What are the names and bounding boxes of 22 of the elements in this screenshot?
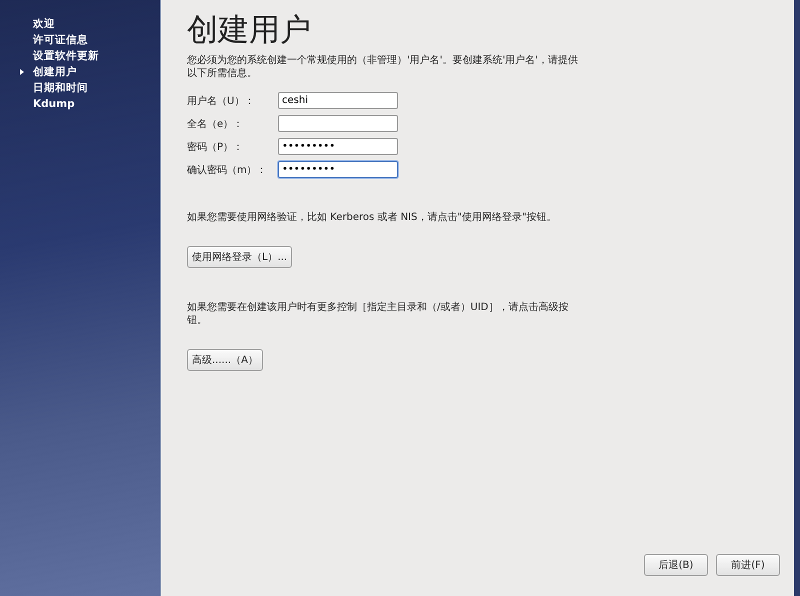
field-label: 密码（P）： (187, 140, 244, 154)
field-label: 确认密码（m）： (187, 164, 268, 176)
field-label: 用户名（U）： (187, 94, 256, 108)
intro-text: 您必须为您的系统创建一个常规使用的（非管理）'用户名'。要创建系统'用户名'，请提供以下所需信息。 (187, 54, 579, 80)
page-title: 创建用户 (187, 11, 311, 50)
nav-button[interactable]: 后退(B) (644, 554, 708, 576)
sidebar-item: 欢迎 (33, 17, 55, 31)
network-login-button[interactable]: 使用网络登录（L）... (187, 246, 292, 268)
sidebar-item: 创建用户 (33, 65, 77, 79)
input-field[interactable]: ceshi (278, 92, 398, 109)
nav-button[interactable]: 前进(F) (716, 554, 780, 576)
input-field[interactable]: ••••••••• (278, 161, 398, 178)
advanced-note: 如果您需要在创建该用户时有更多控制［指定主目录和（/或者）UID］，请点击高级按钮。 (187, 301, 570, 327)
sidebar-item: 设置软件更新 (33, 49, 99, 63)
network-note: 如果您需要使用网络验证，比如 Kerberos 或者 NIS，请点击"使用网络登录"按钮。 (187, 211, 558, 224)
sidebar-item: 日期和时间 (33, 81, 88, 95)
input-field[interactable] (278, 115, 398, 132)
input-field[interactable]: ••••••••• (278, 138, 398, 155)
advanced-button[interactable]: 高级......（A） (187, 349, 263, 371)
sidebar-item: Kdump (33, 97, 75, 111)
field-label: 全名（e）： (187, 118, 244, 130)
sidebar-item: 许可证信息 (33, 33, 88, 47)
